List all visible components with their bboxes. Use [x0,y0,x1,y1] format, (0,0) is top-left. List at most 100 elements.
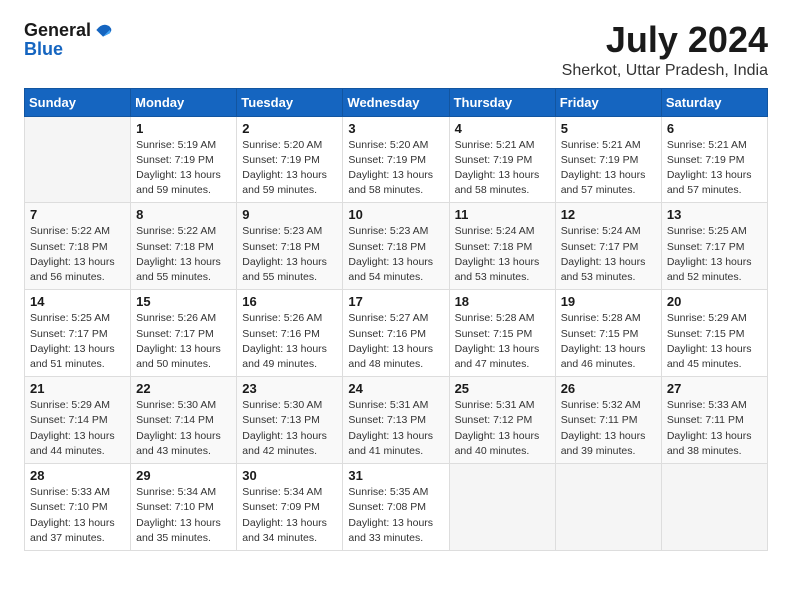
calendar-week-row: 1 Sunrise: 5:19 AMSunset: 7:19 PMDaylight… [25,116,768,203]
day-info: Sunrise: 5:24 AMSunset: 7:18 PMDaylight:… [455,224,550,285]
day-number: 8 [136,207,231,222]
day-number: 29 [136,468,231,483]
calendar-cell: 20 Sunrise: 5:29 AMSunset: 7:15 PMDayligh… [661,290,767,377]
calendar-cell: 17 Sunrise: 5:27 AMSunset: 7:16 PMDayligh… [343,290,449,377]
location-subtitle: Sherkot, Uttar Pradesh, India [562,62,768,80]
day-info: Sunrise: 5:35 AMSunset: 7:08 PMDaylight:… [348,485,443,546]
day-number: 15 [136,294,231,309]
calendar-week-row: 28Sunrise: 5:33 AMSunset: 7:10 PMDayligh… [25,464,768,551]
logo: General Blue [24,20,113,59]
calendar-cell: 25 Sunrise: 5:31 AMSunset: 7:12 PMDayligh… [449,377,555,464]
day-info: Sunrise: 5:21 AMSunset: 7:19 PMDaylight:… [667,138,762,199]
calendar-cell: 13 Sunrise: 5:25 AMSunset: 7:17 PMDayligh… [661,203,767,290]
day-number: 2 [242,121,337,136]
day-info: Sunrise: 5:26 AMSunset: 7:16 PMDaylight:… [242,311,337,372]
day-number: 19 [561,294,656,309]
day-number: 22 [136,381,231,396]
day-info: Sunrise: 5:33 AMSunset: 7:11 PMDaylight:… [667,398,762,459]
day-info: Sunrise: 5:20 AMSunset: 7:19 PMDaylight:… [242,138,337,199]
calendar-cell [449,464,555,551]
day-number: 27 [667,381,762,396]
logo-icon [93,20,113,40]
day-number: 16 [242,294,337,309]
calendar-cell: 14 Sunrise: 5:25 AMSunset: 7:17 PMDayligh… [25,290,131,377]
calendar-week-row: 14 Sunrise: 5:25 AMSunset: 7:17 PMDayligh… [25,290,768,377]
calendar-cell: 10 Sunrise: 5:23 AMSunset: 7:18 PMDayligh… [343,203,449,290]
day-number: 14 [30,294,125,309]
calendar-cell [555,464,661,551]
day-info: Sunrise: 5:22 AMSunset: 7:18 PMDaylight:… [30,224,125,285]
calendar-cell: 19Sunrise: 5:28 AMSunset: 7:15 PMDayligh… [555,290,661,377]
day-number: 17 [348,294,443,309]
calendar-cell: 28Sunrise: 5:33 AMSunset: 7:10 PMDayligh… [25,464,131,551]
day-info: Sunrise: 5:31 AMSunset: 7:12 PMDaylight:… [455,398,550,459]
day-number: 4 [455,121,550,136]
day-number: 25 [455,381,550,396]
calendar-header-friday: Friday [555,88,661,116]
day-number: 30 [242,468,337,483]
calendar-header-monday: Monday [131,88,237,116]
day-number: 26 [561,381,656,396]
calendar-cell: 9Sunrise: 5:23 AMSunset: 7:18 PMDaylight… [237,203,343,290]
day-info: Sunrise: 5:27 AMSunset: 7:16 PMDaylight:… [348,311,443,372]
calendar-table: SundayMondayTuesdayWednesdayThursdayFrid… [24,88,768,551]
calendar-cell: 15 Sunrise: 5:26 AMSunset: 7:17 PMDayligh… [131,290,237,377]
calendar-header-wednesday: Wednesday [343,88,449,116]
day-number: 3 [348,121,443,136]
day-number: 31 [348,468,443,483]
day-number: 24 [348,381,443,396]
calendar-cell: 11 Sunrise: 5:24 AMSunset: 7:18 PMDayligh… [449,203,555,290]
logo-blue: Blue [24,39,63,59]
calendar-cell: 6 Sunrise: 5:21 AMSunset: 7:19 PMDaylight… [661,116,767,203]
calendar-cell: 1 Sunrise: 5:19 AMSunset: 7:19 PMDaylight… [131,116,237,203]
day-info: Sunrise: 5:28 AMSunset: 7:15 PMDaylight:… [455,311,550,372]
calendar-cell: 12Sunrise: 5:24 AMSunset: 7:17 PMDayligh… [555,203,661,290]
day-number: 5 [561,121,656,136]
day-number: 10 [348,207,443,222]
day-info: Sunrise: 5:21 AMSunset: 7:19 PMDaylight:… [561,138,656,199]
day-info: Sunrise: 5:26 AMSunset: 7:17 PMDaylight:… [136,311,231,372]
calendar-cell [661,464,767,551]
calendar-cell: 3 Sunrise: 5:20 AMSunset: 7:19 PMDaylight… [343,116,449,203]
calendar-cell: 22 Sunrise: 5:30 AMSunset: 7:14 PMDayligh… [131,377,237,464]
day-info: Sunrise: 5:25 AMSunset: 7:17 PMDaylight:… [30,311,125,372]
day-info: Sunrise: 5:29 AMSunset: 7:15 PMDaylight:… [667,311,762,372]
calendar-cell: 18 Sunrise: 5:28 AMSunset: 7:15 PMDayligh… [449,290,555,377]
day-number: 1 [136,121,231,136]
day-info: Sunrise: 5:25 AMSunset: 7:17 PMDaylight:… [667,224,762,285]
day-info: Sunrise: 5:19 AMSunset: 7:19 PMDaylight:… [136,138,231,199]
calendar-cell: 30 Sunrise: 5:34 AMSunset: 7:09 PMDayligh… [237,464,343,551]
day-info: Sunrise: 5:20 AMSunset: 7:19 PMDaylight:… [348,138,443,199]
day-number: 6 [667,121,762,136]
day-info: Sunrise: 5:34 AMSunset: 7:09 PMDaylight:… [242,485,337,546]
logo-general: General [24,21,91,39]
calendar-week-row: 21Sunrise: 5:29 AMSunset: 7:14 PMDayligh… [25,377,768,464]
day-info: Sunrise: 5:29 AMSunset: 7:14 PMDaylight:… [30,398,125,459]
day-number: 20 [667,294,762,309]
day-number: 28 [30,468,125,483]
title-section: July 2024 Sherkot, Uttar Pradesh, India [562,20,768,80]
day-info: Sunrise: 5:30 AMSunset: 7:14 PMDaylight:… [136,398,231,459]
day-number: 13 [667,207,762,222]
calendar-header-thursday: Thursday [449,88,555,116]
day-info: Sunrise: 5:21 AMSunset: 7:19 PMDaylight:… [455,138,550,199]
day-info: Sunrise: 5:34 AMSunset: 7:10 PMDaylight:… [136,485,231,546]
calendar-cell: 16 Sunrise: 5:26 AMSunset: 7:16 PMDayligh… [237,290,343,377]
day-info: Sunrise: 5:24 AMSunset: 7:17 PMDaylight:… [561,224,656,285]
day-info: Sunrise: 5:32 AMSunset: 7:11 PMDaylight:… [561,398,656,459]
day-number: 23 [242,381,337,396]
calendar-cell: 29 Sunrise: 5:34 AMSunset: 7:10 PMDayligh… [131,464,237,551]
day-number: 18 [455,294,550,309]
calendar-week-row: 7Sunrise: 5:22 AMSunset: 7:18 PMDaylight… [25,203,768,290]
page-header: General Blue July 2024 Sherkot, Uttar Pr… [24,20,768,80]
month-year-title: July 2024 [562,20,768,60]
calendar-cell: 23Sunrise: 5:30 AMSunset: 7:13 PMDayligh… [237,377,343,464]
calendar-cell: 26 Sunrise: 5:32 AMSunset: 7:11 PMDayligh… [555,377,661,464]
calendar-header-sunday: Sunday [25,88,131,116]
calendar-cell: 21Sunrise: 5:29 AMSunset: 7:14 PMDayligh… [25,377,131,464]
calendar-cell: 5 Sunrise: 5:21 AMSunset: 7:19 PMDaylight… [555,116,661,203]
day-info: Sunrise: 5:23 AMSunset: 7:18 PMDaylight:… [348,224,443,285]
day-number: 11 [455,207,550,222]
calendar-cell: 24Sunrise: 5:31 AMSunset: 7:13 PMDayligh… [343,377,449,464]
calendar-cell: 27 Sunrise: 5:33 AMSunset: 7:11 PMDayligh… [661,377,767,464]
